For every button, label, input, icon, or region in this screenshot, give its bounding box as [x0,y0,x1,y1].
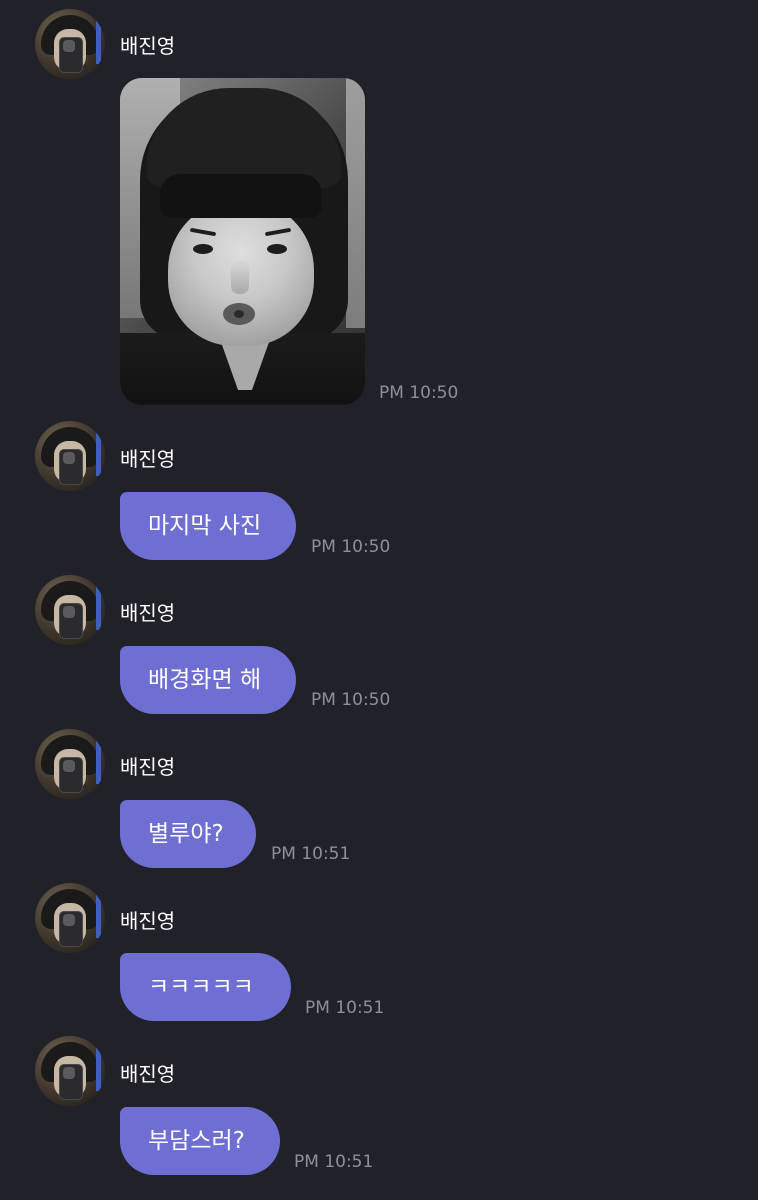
avatar-accent [96,739,101,784]
sender-name: 배진영 [120,447,176,471]
message-time: PM 10:50 [311,537,391,557]
avatar-accent [96,893,101,938]
avatar-camera [63,1067,75,1079]
avatar[interactable] [35,883,105,953]
message-bubble[interactable]: 배경화면 해 [120,646,296,714]
avatar[interactable] [35,729,105,799]
photo-background [346,78,365,328]
avatar-accent [96,1046,101,1091]
photo-headband [160,174,322,218]
sender-name: 배진영 [120,34,176,58]
avatar[interactable] [35,575,105,645]
avatar-camera [63,452,75,464]
photo-eye [267,244,287,254]
avatar[interactable] [35,9,105,79]
message-bubble[interactable]: 부담스러? [120,1107,280,1175]
chat-thread: 배진영 PM 10:50 배진영 마지막 사진 PM 10:50 배진영 배경화… [0,0,758,1200]
avatar-camera [63,914,75,926]
message-time: PM 10:51 [294,1152,374,1172]
message-bubble[interactable]: ㅋㅋㅋㅋㅋ [120,953,291,1021]
photo-mouth [223,303,255,325]
avatar-camera [63,606,75,618]
avatar-camera [63,40,75,52]
sender-name: 배진영 [120,601,176,625]
message-time: PM 10:51 [305,998,385,1018]
sender-name: 배진영 [120,1062,176,1086]
avatar[interactable] [35,1036,105,1106]
photo-eye [193,244,213,254]
photo-nose [231,260,249,294]
message-photo[interactable] [120,78,365,405]
avatar-accent [96,19,101,64]
message-time: PM 10:50 [379,383,459,403]
sender-name: 배진영 [120,755,176,779]
message-bubble[interactable]: 마지막 사진 [120,492,296,560]
message-time: PM 10:50 [311,690,391,710]
sender-name: 배진영 [120,909,176,933]
message-time: PM 10:51 [271,844,351,864]
avatar-accent [96,431,101,476]
message-bubble[interactable]: 별루야? [120,800,256,868]
avatar-camera [63,760,75,772]
avatar[interactable] [35,421,105,491]
avatar-accent [96,585,101,630]
